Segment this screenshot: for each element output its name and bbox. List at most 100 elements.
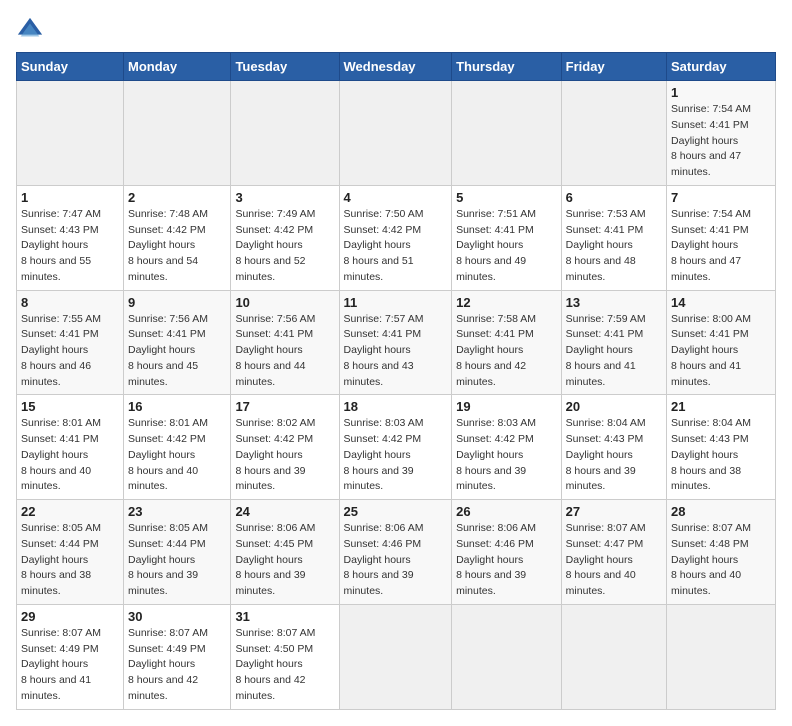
day-cell: 16 Sunrise: 8:01 AM Sunset: 4:42 PM Dayl… — [123, 395, 230, 500]
day-number: 18 — [344, 399, 448, 414]
day-info: Sunrise: 8:05 AM Sunset: 4:44 PM Dayligh… — [21, 521, 119, 600]
calendar-header-row: SundayMondayTuesdayWednesdayThursdayFrid… — [17, 53, 776, 81]
day-cell: 12 Sunrise: 7:58 AM Sunset: 4:41 PM Dayl… — [452, 290, 562, 395]
day-cell: 11 Sunrise: 7:57 AM Sunset: 4:41 PM Dayl… — [339, 290, 452, 395]
day-number: 22 — [21, 504, 119, 519]
day-number: 16 — [128, 399, 226, 414]
day-number: 1 — [21, 190, 119, 205]
day-cell: 18 Sunrise: 8:03 AM Sunset: 4:42 PM Dayl… — [339, 395, 452, 500]
day-info: Sunrise: 7:54 AM Sunset: 4:41 PM Dayligh… — [671, 207, 771, 286]
day-number: 14 — [671, 295, 771, 310]
day-number: 3 — [235, 190, 334, 205]
day-info: Sunrise: 8:04 AM Sunset: 4:43 PM Dayligh… — [671, 416, 771, 495]
day-info: Sunrise: 8:07 AM Sunset: 4:49 PM Dayligh… — [128, 626, 226, 705]
day-cell: 1 Sunrise: 7:54 AM Sunset: 4:41 PM Dayli… — [667, 81, 776, 186]
day-cell: 14 Sunrise: 8:00 AM Sunset: 4:41 PM Dayl… — [667, 290, 776, 395]
day-info: Sunrise: 8:03 AM Sunset: 4:42 PM Dayligh… — [456, 416, 557, 495]
day-cell: 28 Sunrise: 8:07 AM Sunset: 4:48 PM Dayl… — [667, 500, 776, 605]
day-cell: 21 Sunrise: 8:04 AM Sunset: 4:43 PM Dayl… — [667, 395, 776, 500]
day-cell: 1 Sunrise: 7:47 AM Sunset: 4:43 PM Dayli… — [17, 185, 124, 290]
day-cell: 6 Sunrise: 7:53 AM Sunset: 4:41 PM Dayli… — [561, 185, 666, 290]
day-cell: 30 Sunrise: 8:07 AM Sunset: 4:49 PM Dayl… — [123, 604, 230, 709]
week-row-6: 29 Sunrise: 8:07 AM Sunset: 4:49 PM Dayl… — [17, 604, 776, 709]
day-cell: 31 Sunrise: 8:07 AM Sunset: 4:50 PM Dayl… — [231, 604, 339, 709]
day-info: Sunrise: 7:55 AM Sunset: 4:41 PM Dayligh… — [21, 312, 119, 391]
day-info: Sunrise: 7:58 AM Sunset: 4:41 PM Dayligh… — [456, 312, 557, 391]
day-number: 19 — [456, 399, 557, 414]
day-info: Sunrise: 8:02 AM Sunset: 4:42 PM Dayligh… — [235, 416, 334, 495]
day-info: Sunrise: 8:03 AM Sunset: 4:42 PM Dayligh… — [344, 416, 448, 495]
day-number: 9 — [128, 295, 226, 310]
day-info: Sunrise: 8:07 AM Sunset: 4:49 PM Dayligh… — [21, 626, 119, 705]
day-cell: 3 Sunrise: 7:49 AM Sunset: 4:42 PM Dayli… — [231, 185, 339, 290]
day-number: 17 — [235, 399, 334, 414]
day-number: 4 — [344, 190, 448, 205]
day-cell: 7 Sunrise: 7:54 AM Sunset: 4:41 PM Dayli… — [667, 185, 776, 290]
day-info: Sunrise: 8:07 AM Sunset: 4:50 PM Dayligh… — [235, 626, 334, 705]
day-cell: 5 Sunrise: 7:51 AM Sunset: 4:41 PM Dayli… — [452, 185, 562, 290]
day-number: 24 — [235, 504, 334, 519]
day-info: Sunrise: 7:56 AM Sunset: 4:41 PM Dayligh… — [128, 312, 226, 391]
column-header-thursday: Thursday — [452, 53, 562, 81]
day-info: Sunrise: 8:05 AM Sunset: 4:44 PM Dayligh… — [128, 521, 226, 600]
day-info: Sunrise: 8:06 AM Sunset: 4:46 PM Dayligh… — [344, 521, 448, 600]
logo-icon — [16, 16, 44, 44]
column-header-saturday: Saturday — [667, 53, 776, 81]
day-cell: 24 Sunrise: 8:06 AM Sunset: 4:45 PM Dayl… — [231, 500, 339, 605]
week-row-5: 22 Sunrise: 8:05 AM Sunset: 4:44 PM Dayl… — [17, 500, 776, 605]
day-cell — [452, 604, 562, 709]
day-cell — [561, 604, 666, 709]
day-info: Sunrise: 8:07 AM Sunset: 4:48 PM Dayligh… — [671, 521, 771, 600]
day-number: 25 — [344, 504, 448, 519]
week-row-1: 1 Sunrise: 7:54 AM Sunset: 4:41 PM Dayli… — [17, 81, 776, 186]
day-cell: 4 Sunrise: 7:50 AM Sunset: 4:42 PM Dayli… — [339, 185, 452, 290]
day-number: 13 — [566, 295, 662, 310]
day-number: 20 — [566, 399, 662, 414]
day-number: 29 — [21, 609, 119, 624]
day-cell: 22 Sunrise: 8:05 AM Sunset: 4:44 PM Dayl… — [17, 500, 124, 605]
day-number: 30 — [128, 609, 226, 624]
day-cell: 17 Sunrise: 8:02 AM Sunset: 4:42 PM Dayl… — [231, 395, 339, 500]
day-number: 21 — [671, 399, 771, 414]
day-cell: 27 Sunrise: 8:07 AM Sunset: 4:47 PM Dayl… — [561, 500, 666, 605]
day-info: Sunrise: 7:53 AM Sunset: 4:41 PM Dayligh… — [566, 207, 662, 286]
day-cell: 9 Sunrise: 7:56 AM Sunset: 4:41 PM Dayli… — [123, 290, 230, 395]
page-header — [16, 16, 776, 44]
column-header-sunday: Sunday — [17, 53, 124, 81]
day-number: 31 — [235, 609, 334, 624]
day-info: Sunrise: 8:07 AM Sunset: 4:47 PM Dayligh… — [566, 521, 662, 600]
day-cell — [339, 81, 452, 186]
day-number: 26 — [456, 504, 557, 519]
day-cell — [231, 81, 339, 186]
day-cell: 20 Sunrise: 8:04 AM Sunset: 4:43 PM Dayl… — [561, 395, 666, 500]
day-cell: 25 Sunrise: 8:06 AM Sunset: 4:46 PM Dayl… — [339, 500, 452, 605]
day-info: Sunrise: 7:47 AM Sunset: 4:43 PM Dayligh… — [21, 207, 119, 286]
day-cell — [667, 604, 776, 709]
day-number: 11 — [344, 295, 448, 310]
day-cell: 26 Sunrise: 8:06 AM Sunset: 4:46 PM Dayl… — [452, 500, 562, 605]
day-number: 12 — [456, 295, 557, 310]
day-number: 10 — [235, 295, 334, 310]
day-info: Sunrise: 8:06 AM Sunset: 4:46 PM Dayligh… — [456, 521, 557, 600]
day-cell: 13 Sunrise: 7:59 AM Sunset: 4:41 PM Dayl… — [561, 290, 666, 395]
day-info: Sunrise: 7:48 AM Sunset: 4:42 PM Dayligh… — [128, 207, 226, 286]
column-header-monday: Monday — [123, 53, 230, 81]
day-cell: 8 Sunrise: 7:55 AM Sunset: 4:41 PM Dayli… — [17, 290, 124, 395]
day-info: Sunrise: 7:50 AM Sunset: 4:42 PM Dayligh… — [344, 207, 448, 286]
day-info: Sunrise: 8:01 AM Sunset: 4:42 PM Dayligh… — [128, 416, 226, 495]
column-header-friday: Friday — [561, 53, 666, 81]
day-number: 2 — [128, 190, 226, 205]
day-info: Sunrise: 8:00 AM Sunset: 4:41 PM Dayligh… — [671, 312, 771, 391]
logo — [16, 16, 48, 44]
calendar-table: SundayMondayTuesdayWednesdayThursdayFrid… — [16, 52, 776, 710]
day-cell — [561, 81, 666, 186]
column-header-tuesday: Tuesday — [231, 53, 339, 81]
day-cell: 10 Sunrise: 7:56 AM Sunset: 4:41 PM Dayl… — [231, 290, 339, 395]
week-row-2: 1 Sunrise: 7:47 AM Sunset: 4:43 PM Dayli… — [17, 185, 776, 290]
column-header-wednesday: Wednesday — [339, 53, 452, 81]
week-row-3: 8 Sunrise: 7:55 AM Sunset: 4:41 PM Dayli… — [17, 290, 776, 395]
day-number: 8 — [21, 295, 119, 310]
day-cell: 23 Sunrise: 8:05 AM Sunset: 4:44 PM Dayl… — [123, 500, 230, 605]
day-cell — [17, 81, 124, 186]
day-number: 7 — [671, 190, 771, 205]
